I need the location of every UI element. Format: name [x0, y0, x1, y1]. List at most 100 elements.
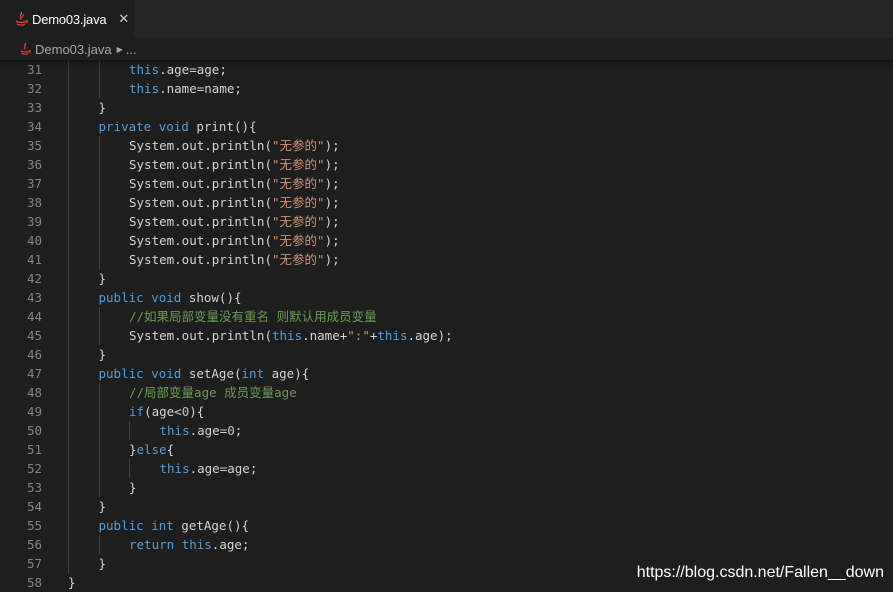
line-number: 43	[26, 290, 42, 305]
code-token: age){	[264, 366, 310, 381]
indent-guide	[98, 155, 100, 174]
indent-guide	[98, 421, 100, 440]
code-line[interactable]: 44 //如果局部变量没有重名 则默认用成员变量	[0, 307, 893, 326]
code-line[interactable]: 50 this.age=0;	[0, 421, 893, 440]
line-number: 32	[26, 81, 42, 96]
code-token: );	[324, 157, 340, 172]
code-text: this.age=0;	[160, 421, 243, 440]
keyword-token: private	[98, 119, 152, 134]
code-text: }	[99, 269, 107, 288]
line-number: 42	[26, 271, 42, 286]
indent-guide	[68, 440, 69, 459]
code-token: (age<	[144, 404, 182, 419]
code-line[interactable]: 46}	[0, 345, 893, 364]
code-token: print(){	[188, 119, 257, 134]
code-token: );	[324, 214, 340, 229]
code-text: System.out.println("无参的");	[129, 231, 340, 250]
code-line[interactable]: 42}	[0, 269, 893, 288]
code-line[interactable]: 43 public void show(){	[0, 288, 893, 307]
code-token: System.out.println(	[129, 328, 272, 343]
code-text: public int getAge(){	[99, 516, 250, 535]
indent-guide	[68, 174, 69, 193]
editor-tab-bar: Demo03.java ✕	[0, 0, 893, 38]
code-line[interactable]: 56 return this.age;	[0, 535, 893, 554]
indent-guide	[68, 364, 69, 383]
code-line[interactable]: 54}	[0, 497, 893, 516]
code-line[interactable]: 31 this.age=age;	[0, 60, 893, 79]
code-line[interactable]: 34 private void print(){	[0, 117, 893, 136]
code-token: System.out.println(	[129, 157, 272, 172]
keyword-token: this	[272, 328, 303, 343]
breadcrumb-file[interactable]: Demo03.java	[35, 42, 112, 57]
indent-guide	[68, 136, 69, 155]
code-text: }else{	[129, 440, 174, 459]
line-number: 39	[26, 214, 42, 229]
code-token: System.out.println(	[129, 233, 272, 248]
line-number: 54	[26, 499, 42, 514]
code-line[interactable]: 48 //局部变量age 成员变量age	[0, 383, 893, 402]
indent-guide	[98, 231, 100, 250]
close-icon[interactable]: ✕	[118, 11, 129, 27]
code-line[interactable]: 37 System.out.println("无参的");	[0, 174, 893, 193]
tab-demo03-java[interactable]: Demo03.java ✕	[0, 0, 134, 38]
code-line[interactable]: 41 System.out.println("无参的");	[0, 250, 893, 269]
line-number: 58	[26, 575, 42, 590]
code-token: );	[324, 195, 340, 210]
code-token: .name+	[302, 328, 348, 343]
code-line[interactable]: 39 System.out.println("无参的");	[0, 212, 893, 231]
code-line[interactable]: 52 this.age=age;	[0, 459, 893, 478]
indent-guide	[68, 307, 69, 326]
code-line[interactable]: 55 public int getAge(){	[0, 516, 893, 535]
string-token: ":"	[347, 328, 370, 343]
code-line[interactable]: 38 System.out.println("无参的");	[0, 193, 893, 212]
keyword-token: if	[129, 404, 145, 419]
code-text: System.out.println("无参的");	[129, 193, 340, 212]
line-number: 47	[26, 366, 42, 381]
code-token: }	[98, 556, 107, 571]
code-line[interactable]: 45 System.out.println(this.name+":"+this.…	[0, 326, 893, 345]
indent-guide	[68, 250, 69, 269]
indent-guide	[68, 554, 69, 573]
code-line[interactable]: 32 this.name=name;	[0, 79, 893, 98]
indent-guide	[68, 383, 69, 402]
code-text: }	[99, 497, 107, 516]
code-line[interactable]: 47 public void setAge(int age){	[0, 364, 893, 383]
code-text: }	[99, 554, 107, 573]
breadcrumb-more[interactable]: ...	[126, 42, 137, 57]
keyword-token: void	[151, 290, 182, 305]
code-token: }	[98, 499, 107, 514]
indent-guide	[68, 231, 69, 250]
keyword-token: this	[129, 62, 160, 77]
line-number: 55	[26, 518, 42, 533]
indent-guide	[68, 402, 69, 421]
line-number: 40	[26, 233, 42, 248]
indent-guide	[68, 288, 69, 307]
indent-guide	[68, 421, 69, 440]
line-number: 51	[26, 442, 42, 457]
indent-guide	[68, 535, 69, 554]
code-line[interactable]: 35 System.out.println("无参的");	[0, 136, 893, 155]
code-text: System.out.println("无参的");	[129, 212, 340, 231]
keyword-token: this	[181, 537, 212, 552]
code-token: System.out.println(	[129, 252, 272, 267]
line-number: 44	[26, 309, 42, 324]
number-token: 0	[227, 423, 235, 438]
indent-guide	[68, 155, 69, 174]
code-line[interactable]: 49 if(age<0){	[0, 402, 893, 421]
line-number: 56	[26, 537, 42, 552]
code-line[interactable]: 51 }else{	[0, 440, 893, 459]
code-token: setAge(	[181, 366, 242, 381]
line-number: 34	[26, 119, 42, 134]
line-number: 50	[26, 423, 42, 438]
keyword-token: else	[136, 442, 167, 457]
code-editor[interactable]: 31 this.age=age; 32 this.name=name; 33} 34 pri…	[0, 60, 893, 592]
code-token: }	[98, 100, 107, 115]
code-text: System.out.println("无参的");	[129, 155, 340, 174]
code-text: }	[99, 345, 107, 364]
code-line[interactable]: 53}	[0, 478, 893, 497]
code-line[interactable]: 33}	[0, 98, 893, 117]
code-line[interactable]: 36 System.out.println("无参的");	[0, 155, 893, 174]
code-line[interactable]: 40 System.out.println("无参的");	[0, 231, 893, 250]
code-text: System.out.println("无参的");	[129, 174, 340, 193]
indent-guide	[98, 136, 100, 155]
